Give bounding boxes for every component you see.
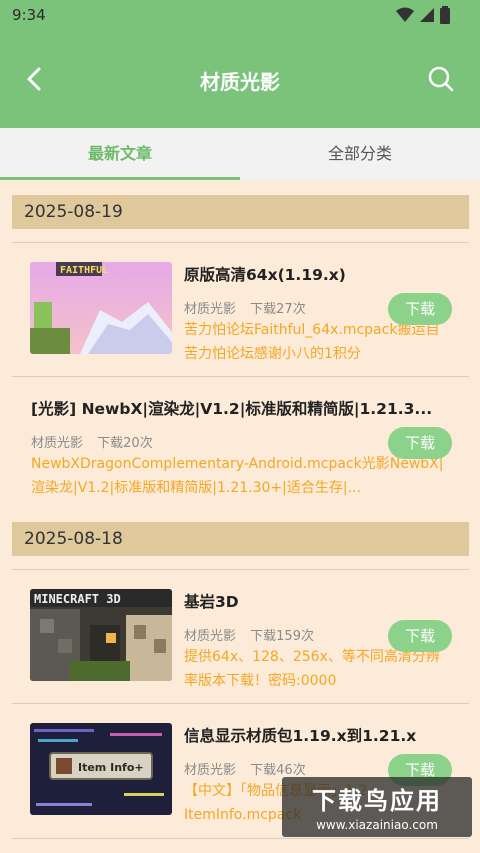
item-download-count: 下载159次 — [250, 629, 314, 644]
minecraft-3d-logo-text: MINECRAFT 3D — [34, 592, 121, 606]
signal-icon — [420, 8, 434, 22]
watermark-url: www.xiazainiao.com — [316, 818, 438, 832]
search-icon[interactable] — [428, 66, 454, 92]
faithful-thumbnail-image: FAITHFUL — [30, 262, 172, 354]
item-description: NewbXDragonComplementary-Android.mcpack光… — [31, 456, 444, 496]
item-meta: 材质光影 下载159次 — [184, 625, 324, 644]
item-category: 材质光影 — [184, 629, 237, 644]
date-header: 2025-08-18 — [12, 522, 469, 556]
download-button[interactable]: 下载 — [388, 427, 452, 459]
faithful-logo-text: FAITHFUL — [60, 265, 108, 276]
minecraft-3d-thumbnail-image: MINECRAFT 3D — [30, 589, 172, 681]
item-meta: 材质光影 下载27次 — [184, 298, 316, 317]
site-watermark: 下载鸟应用 www.xiazainiao.com — [282, 777, 472, 837]
item-title[interactable]: 原版高清64x(1.19.x) — [184, 263, 444, 285]
active-tab-indicator — [0, 177, 240, 180]
battery-icon — [440, 6, 450, 24]
divider — [12, 376, 469, 377]
item-info-logo-text: Item Info+ — [78, 761, 144, 774]
tab-bar: 最新文章 全部分类 — [0, 128, 480, 180]
item-info-thumbnail-image: Item Info+ — [30, 723, 172, 815]
download-button[interactable]: 下载 — [388, 293, 452, 325]
item-title[interactable]: 基岩3D — [184, 590, 444, 612]
item-download-count: 下载20次 — [97, 436, 153, 451]
page-title: 材质光影 — [200, 70, 280, 94]
item-download-count: 下载46次 — [250, 763, 306, 778]
item-download-count: 下载27次 — [250, 302, 306, 317]
item-meta: 材质光影 下载46次 — [184, 759, 316, 778]
tab-latest-articles[interactable]: 最新文章 — [0, 128, 240, 180]
item-thumbnail[interactable]: Item Info+ — [30, 723, 172, 815]
item-meta: 材质光影 下载20次 — [31, 432, 163, 451]
item-title[interactable]: 信息显示材质包1.19.x到1.21.x — [184, 724, 454, 746]
item-thumbnail[interactable]: FAITHFUL — [30, 262, 172, 354]
item-description: 提供64x、128、256x、等不同高清分辨率版本下载！密码:0000 — [184, 649, 440, 689]
tab-all-categories[interactable]: 全部分类 — [240, 128, 480, 180]
wifi-icon — [396, 7, 414, 22]
item-category: 材质光影 — [184, 763, 237, 778]
download-button[interactable]: 下载 — [388, 620, 452, 652]
navigation-bar: 材质光影 — [0, 30, 480, 128]
status-bar: 9:34 — [0, 0, 480, 30]
divider — [12, 703, 469, 704]
date-header: 2025-08-19 — [12, 195, 469, 229]
item-category: 材质光影 — [184, 302, 237, 317]
divider — [12, 838, 469, 839]
divider — [12, 242, 469, 243]
item-category: 材质光影 — [31, 436, 84, 451]
watermark-brand: 下载鸟应用 — [312, 787, 442, 815]
status-icons — [396, 6, 450, 24]
item-title[interactable]: [光影] NewbX|渲染龙|V1.2|标准版和精简版|1.21.3... — [31, 397, 451, 419]
item-thumbnail[interactable]: MINECRAFT 3D — [30, 589, 172, 681]
item-description: 苦力怕论坛Faithful_64x.mcpack搬运自苦力怕论坛感谢小八的1积分 — [184, 322, 440, 362]
status-time: 9:34 — [12, 6, 46, 24]
divider — [12, 569, 469, 570]
